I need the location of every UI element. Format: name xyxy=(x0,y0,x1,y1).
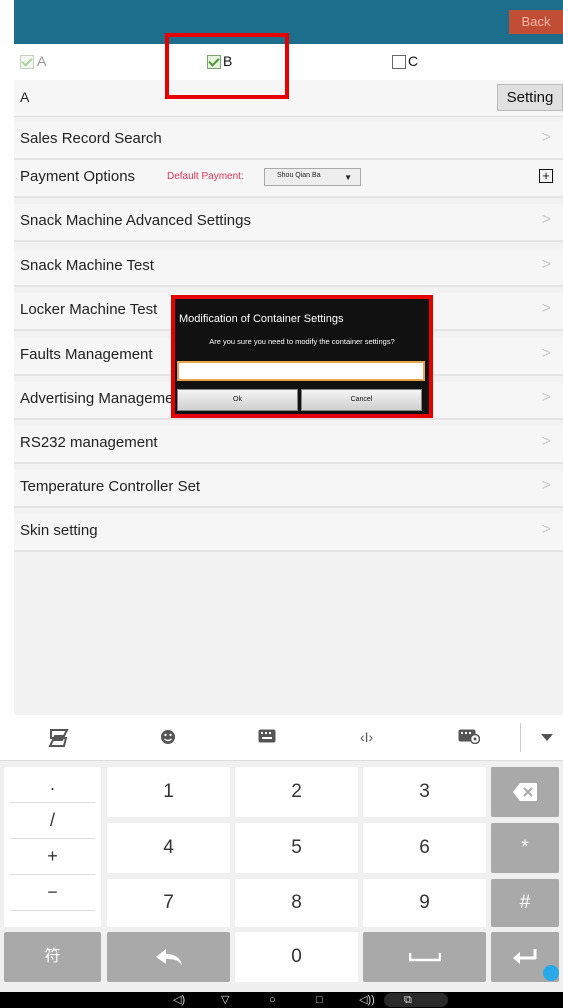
symbol-switch-key[interactable]: 符 xyxy=(4,932,101,982)
menu-item-label: Temperature Controller Set xyxy=(20,478,201,495)
chevron-right-icon: > xyxy=(541,211,551,228)
dialog-message: Are you sure you need to modify the cont… xyxy=(209,337,395,346)
volume-down-icon[interactable]: ◁) xyxy=(173,992,185,1008)
container-settings-dialog: Modification of Container Settings Are y… xyxy=(171,295,433,418)
cursor-move-icon[interactable]: ‹I› xyxy=(360,729,373,745)
backspace-key[interactable] xyxy=(491,767,559,817)
plus-box-icon[interactable]: + xyxy=(539,169,553,183)
chevron-right-icon: > xyxy=(541,477,551,494)
soft-keyboard: ‹I› . / + − 1 2 3 4 5 6 * 7 8 9 # 符 0 xyxy=(0,715,563,992)
menu-item-label: Sales Record Search xyxy=(20,130,162,147)
highlight-box xyxy=(165,33,289,99)
screenshot-icon[interactable]: ⧉ xyxy=(404,992,412,1008)
chevron-right-icon: > xyxy=(541,433,551,450)
checkbox-a[interactable] xyxy=(20,55,34,69)
menu-item-label: Payment Options xyxy=(20,168,136,185)
back-button[interactable]: Back xyxy=(509,10,563,34)
key-4[interactable]: 4 xyxy=(107,823,230,873)
key-1[interactable]: 1 xyxy=(107,767,230,817)
setting-button[interactable]: Setting xyxy=(497,84,563,111)
menu-item-label: Faults Management xyxy=(20,346,153,363)
default-payment-label: Default Payment: xyxy=(167,171,244,182)
a-row-label: A xyxy=(20,89,30,105)
keyboard-icon[interactable] xyxy=(258,729,276,747)
default-payment-select[interactable]: Shou Qian Ba ▼ xyxy=(264,168,361,186)
system-nav-bar: ◁) ▽ ○ □ ◁)) ⧉ xyxy=(0,992,563,1008)
keyboard-toolbar: ‹I› xyxy=(0,715,563,761)
checkbox-c[interactable] xyxy=(392,55,406,69)
chevron-right-icon: > xyxy=(541,129,551,146)
undo-key[interactable] xyxy=(107,932,230,982)
key-8[interactable]: 8 xyxy=(235,879,358,927)
floating-bubble-icon[interactable] xyxy=(543,965,559,981)
menu-item-label: Locker Machine Test xyxy=(20,301,158,318)
menu-item-skin[interactable]: Skin setting > xyxy=(14,514,563,552)
dropdown-arrow-icon: ▼ xyxy=(344,173,352,182)
key-2[interactable]: 2 xyxy=(235,767,358,817)
chevron-right-icon: > xyxy=(541,521,551,538)
menu-item-label: Skin setting xyxy=(20,522,98,539)
screenshot-pill[interactable] xyxy=(384,993,448,1007)
volume-up-icon[interactable]: ◁)) xyxy=(359,992,375,1008)
checkbox-a-label: A xyxy=(37,53,47,69)
checkbox-c-label: C xyxy=(408,53,419,69)
chevron-right-icon: > xyxy=(541,256,551,273)
key-hash[interactable]: # xyxy=(491,879,559,927)
cancel-button[interactable]: Cancel xyxy=(301,389,422,411)
hide-icon[interactable]: ▽ xyxy=(221,992,229,1008)
dialog-title: Modification of Container Settings xyxy=(179,313,344,325)
menu-item-snack-test[interactable]: Snack Machine Test > xyxy=(14,249,563,287)
menu-item-snack-advanced[interactable]: Snack Machine Advanced Settings > xyxy=(14,204,563,242)
key-star[interactable]: * xyxy=(491,823,559,873)
menu-item-payment-options: Payment Options Default Payment: Shou Qi… xyxy=(14,160,563,198)
symbol-key[interactable]: + xyxy=(10,839,95,875)
chevron-right-icon: > xyxy=(541,345,551,362)
menu-item-label: RS232 management xyxy=(20,434,158,451)
emoji-icon[interactable] xyxy=(160,729,176,749)
recent-apps-icon[interactable]: □ xyxy=(316,992,323,1008)
menu-item-temperature[interactable]: Temperature Controller Set > xyxy=(14,470,563,508)
home-icon[interactable]: ○ xyxy=(269,992,276,1008)
default-payment-value: Shou Qian Ba xyxy=(277,172,321,179)
symbol-key[interactable]: / xyxy=(10,803,95,839)
key-7[interactable]: 7 xyxy=(107,879,230,927)
key-3[interactable]: 3 xyxy=(363,767,486,817)
key-9[interactable]: 9 xyxy=(363,879,486,927)
key-0[interactable]: 0 xyxy=(235,932,358,982)
menu-item-label: Advertising Management xyxy=(20,390,186,407)
toolbar-divider xyxy=(520,723,521,752)
key-5[interactable]: 5 xyxy=(235,823,358,873)
keyboard-settings-icon[interactable] xyxy=(458,729,481,748)
menu-item-rs232[interactable]: RS232 management > xyxy=(14,426,563,464)
space-key[interactable] xyxy=(363,932,486,982)
dialog-input[interactable] xyxy=(177,361,425,381)
chevron-right-icon: > xyxy=(541,300,551,317)
ok-button[interactable]: Ok xyxy=(177,389,298,411)
symbol-column: . / + − xyxy=(4,767,101,927)
menu-item-label: Snack Machine Test xyxy=(20,257,154,274)
hide-keyboard-icon[interactable] xyxy=(540,729,554,746)
menu-item-label: Snack Machine Advanced Settings xyxy=(20,212,251,229)
menu-item-sales-record[interactable]: Sales Record Search > xyxy=(14,122,563,160)
chevron-right-icon: > xyxy=(541,389,551,406)
symbol-key[interactable]: − xyxy=(10,875,95,911)
key-6[interactable]: 6 xyxy=(363,823,486,873)
symbol-key[interactable]: . xyxy=(10,767,95,803)
sogou-logo-icon[interactable] xyxy=(48,729,70,751)
